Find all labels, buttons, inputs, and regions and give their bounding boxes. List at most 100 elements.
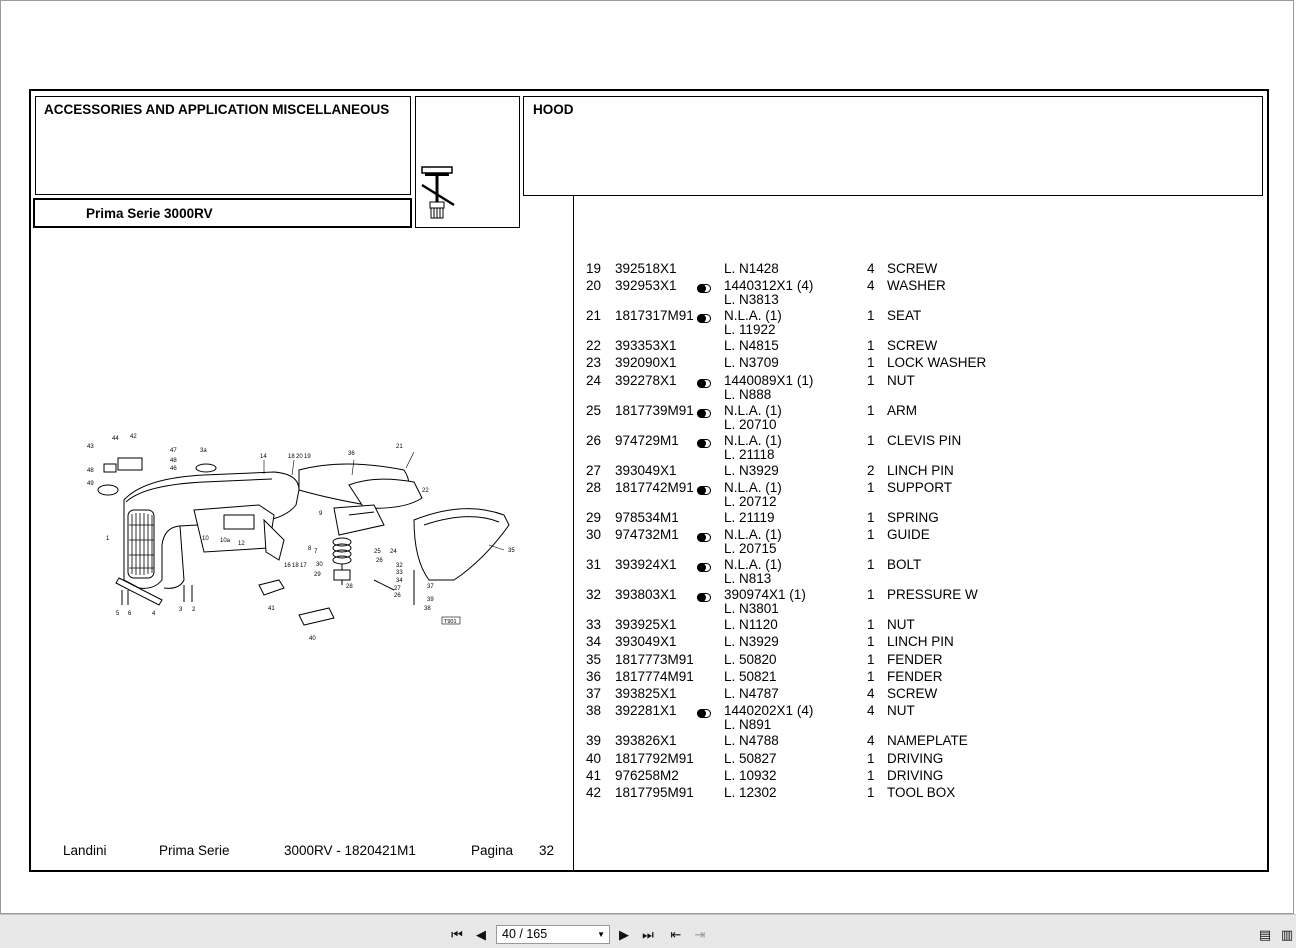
item-number: 42 xyxy=(586,785,602,800)
part-number: 1817317M91 xyxy=(615,308,694,323)
part-number: 976258M2 xyxy=(615,768,679,783)
part-row: 22 393353X1 L. N4815 1 SCREW xyxy=(586,338,1146,353)
description: SPRING xyxy=(887,510,939,525)
part-row: 39 393826X1 L. N4788 4 NAMEPLATE xyxy=(586,733,1146,748)
svg-text:19: 19 xyxy=(304,454,311,460)
first-page-icon[interactable]: ⏮ xyxy=(449,928,465,942)
item-number: 37 xyxy=(586,686,602,701)
svg-text:43: 43 xyxy=(87,444,94,450)
part-number: 392281X1 xyxy=(615,703,677,718)
svg-text:49: 49 xyxy=(87,481,94,487)
interchangeability-icon xyxy=(697,311,711,326)
svg-text:5: 5 xyxy=(116,611,120,617)
part-number: 1817792M91 xyxy=(615,751,694,766)
part-row: 25 1817739M91 N.L.A. (1) L. 20710 1 ARM xyxy=(586,403,1146,432)
svg-text:33: 33 xyxy=(396,570,403,576)
part-number: 1817773M91 xyxy=(615,652,694,667)
interchangeability-icon xyxy=(697,376,711,391)
part-row: 29 978534M1 L. 21119 1 SPRING xyxy=(586,510,1146,525)
interchangeability-icon xyxy=(697,483,711,498)
quantity: 1 xyxy=(867,557,875,572)
part-number: 392278X1 xyxy=(615,373,677,388)
svg-text:44: 44 xyxy=(112,436,119,442)
interchangeability-icon xyxy=(697,281,711,296)
description: FENDER xyxy=(887,652,943,667)
part-row: 40 1817792M91 L. 50827 1 DRIVING xyxy=(586,751,1146,766)
go-back-icon[interactable]: ⇤ xyxy=(668,928,684,942)
item-number: 22 xyxy=(586,338,602,353)
part-number: 393826X1 xyxy=(615,733,677,748)
part-row: 38 392281X1 1440202X1 (4) L. N891 4 NUT xyxy=(586,703,1146,732)
item-number: 28 xyxy=(586,480,602,495)
svg-text:12: 12 xyxy=(238,541,245,547)
interchangeability-icon xyxy=(697,590,711,605)
reference-code: L. N813 xyxy=(724,571,772,586)
description: WASHER xyxy=(887,278,946,293)
svg-text:48: 48 xyxy=(170,458,177,464)
description: GUIDE xyxy=(887,527,930,542)
quantity: 4 xyxy=(867,733,875,748)
svg-text:20: 20 xyxy=(296,454,303,460)
svg-text:16: 16 xyxy=(284,563,291,569)
reference-code: L. N4787 xyxy=(724,686,779,701)
part-number: 392090X1 xyxy=(615,355,677,370)
svg-text:17: 17 xyxy=(300,563,307,569)
item-number: 19 xyxy=(586,261,602,276)
item-number: 38 xyxy=(586,703,602,718)
svg-text:28: 28 xyxy=(346,584,353,590)
prev-page-icon[interactable]: ◀ xyxy=(473,928,489,942)
reference-code: L. 21119 xyxy=(724,510,775,525)
reference-code: L. N3709 xyxy=(724,355,779,370)
reference-code: N.L.A. (1) xyxy=(724,480,782,495)
svg-text:39: 39 xyxy=(427,597,434,603)
svg-text:14: 14 xyxy=(260,454,267,460)
svg-text:30: 30 xyxy=(316,562,323,568)
reference-code: N.L.A. (1) xyxy=(724,433,782,448)
next-page-icon[interactable]: ▶ xyxy=(616,928,632,942)
item-number: 25 xyxy=(586,403,602,418)
quantity: 1 xyxy=(867,527,875,542)
description: NAMEPLATE xyxy=(887,733,968,748)
description: SCREW xyxy=(887,338,938,353)
part-number: 393049X1 xyxy=(615,463,677,478)
part-row: 35 1817773M91 L. 50820 1 FENDER xyxy=(586,652,1146,667)
item-number: 21 xyxy=(586,308,602,323)
part-row: 28 1817742M91 N.L.A. (1) L. 20712 1 SUPPORT xyxy=(586,480,1146,509)
svg-text:18: 18 xyxy=(288,454,295,460)
part-row: 36 1817774M91 L. 50821 1 FENDER xyxy=(586,669,1146,684)
description: SCREW xyxy=(887,686,938,701)
reference-code: 1440089X1 (1) xyxy=(724,373,814,388)
part-number: 393353X1 xyxy=(615,338,677,353)
go-forward-icon[interactable]: ⇥ xyxy=(692,928,708,942)
footer-page-label: Pagina xyxy=(471,843,514,858)
quantity: 1 xyxy=(867,669,875,684)
part-number: 393049X1 xyxy=(615,634,677,649)
part-row: 19 392518X1 L. N1428 4 SCREW xyxy=(586,261,1146,276)
svg-text:6: 6 xyxy=(128,611,132,617)
reference-code: N.L.A. (1) xyxy=(724,527,782,542)
svg-text:9: 9 xyxy=(319,511,323,517)
svg-text:34: 34 xyxy=(396,578,403,584)
continuous-view-icon[interactable]: ▥ xyxy=(1279,928,1295,942)
single-page-view-icon[interactable]: ▤ xyxy=(1257,928,1273,942)
description: TOOL BOX xyxy=(887,785,956,800)
part-number: 393803X1 xyxy=(615,587,677,602)
item-number: 27 xyxy=(586,463,602,478)
description: DRIVING xyxy=(887,768,944,783)
page-indicator: 40 / 165 xyxy=(502,927,548,941)
svg-text:1: 1 xyxy=(106,536,110,542)
item-number: 30 xyxy=(586,527,602,542)
last-page-icon[interactable]: ⏭ xyxy=(640,928,656,942)
item-number: 33 xyxy=(586,617,602,632)
part-row: 42 1817795M91 L. 12302 1 TOOL BOX xyxy=(586,785,1146,800)
quantity: 1 xyxy=(867,751,875,766)
part-row: 41 976258M2 L. 10932 1 DRIVING xyxy=(586,768,1146,783)
page-dropdown-chevron-icon[interactable]: ▼ xyxy=(597,926,605,943)
reference-code: L. 21118 xyxy=(724,447,775,462)
part-number: 1817795M91 xyxy=(615,785,694,800)
item-number: 31 xyxy=(586,557,602,572)
quantity: 4 xyxy=(867,278,875,293)
svg-text:26: 26 xyxy=(376,558,383,564)
page-number-field[interactable]: 40 / 165 ▼ xyxy=(496,925,610,944)
svg-text:3a: 3a xyxy=(200,448,207,454)
